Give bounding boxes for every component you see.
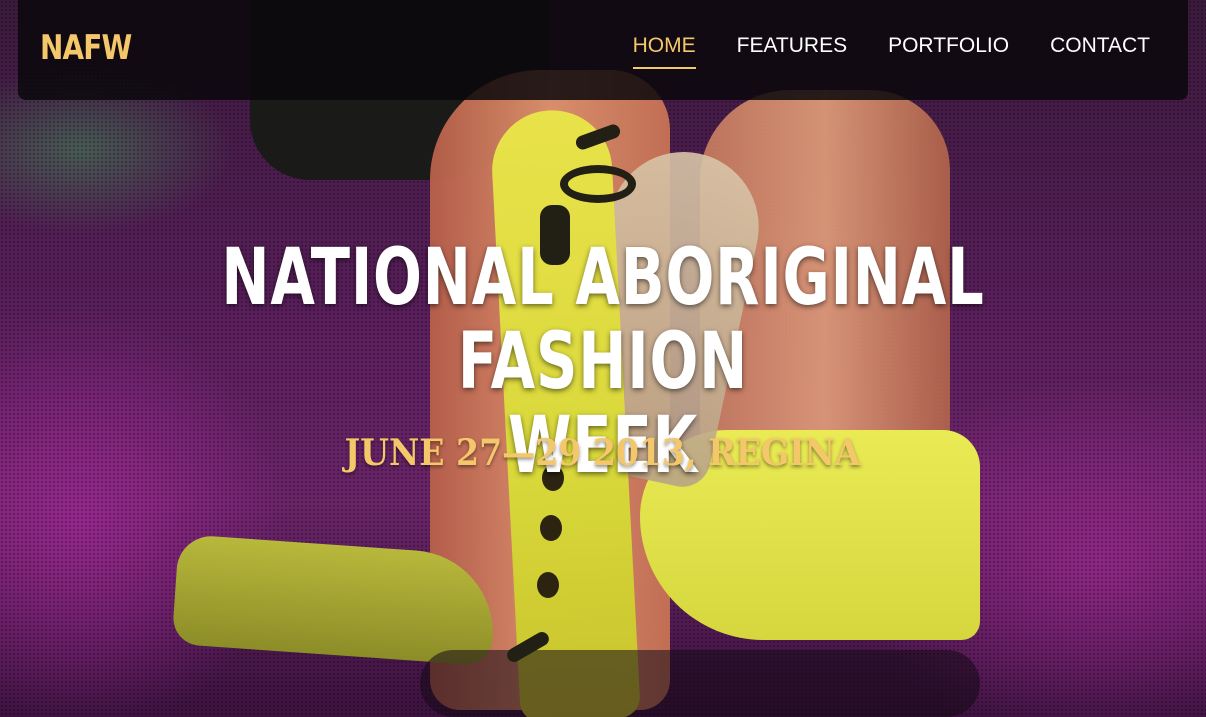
heel-pattern-mark xyxy=(560,165,636,203)
hero-subtitle: JUNE 27—29 2013, REGINA xyxy=(0,432,1206,474)
navbar: NAFW HOME FEATURES PORTFOLIO CONTACT xyxy=(18,0,1188,100)
hero-title-line1: NATIONAL ABORIGINAL FASHION xyxy=(221,233,985,407)
hero-photo-shadow xyxy=(420,650,980,717)
nav-item-home[interactable]: HOME xyxy=(632,34,696,69)
hero-subtitle-text: JUNE 27—29 2013, REGINA xyxy=(344,432,862,474)
nav-item-features[interactable]: FEATURES xyxy=(737,34,847,69)
nav-item-contact[interactable]: CONTACT xyxy=(1050,34,1150,69)
heel-pattern-dot xyxy=(537,572,559,598)
brand-logo[interactable]: NAFW xyxy=(40,28,132,68)
hero-section: NAFW HOME FEATURES PORTFOLIO CONTACT NAT… xyxy=(0,0,1206,717)
heel-pattern-dot xyxy=(540,515,562,541)
nav-item-portfolio[interactable]: PORTFOLIO xyxy=(888,34,1009,69)
nav-menu: HOME FEATURES PORTFOLIO CONTACT xyxy=(632,34,1150,69)
